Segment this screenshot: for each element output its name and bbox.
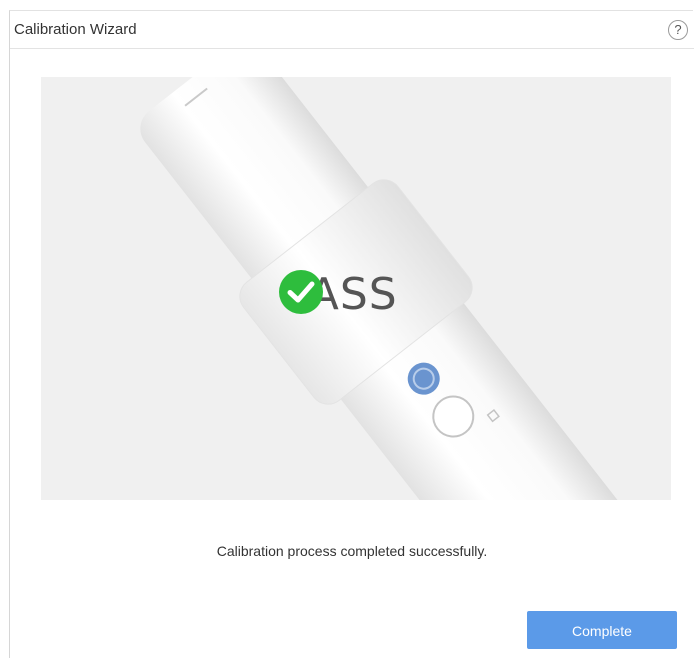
scanner-illustration: PASS [41, 77, 671, 500]
complete-button[interactable]: Complete [527, 611, 677, 649]
check-circle-icon [279, 270, 323, 314]
help-icon[interactable]: ? [668, 20, 688, 40]
title-bar: Calibration Wizard ? [10, 11, 694, 49]
calibration-wizard-dialog: Calibration Wizard ? PASS Calibration pr… [9, 10, 694, 658]
pass-status: PASS [278, 269, 398, 320]
status-message: Calibration process completed successful… [216, 543, 488, 559]
dialog-title: Calibration Wizard [14, 21, 137, 38]
